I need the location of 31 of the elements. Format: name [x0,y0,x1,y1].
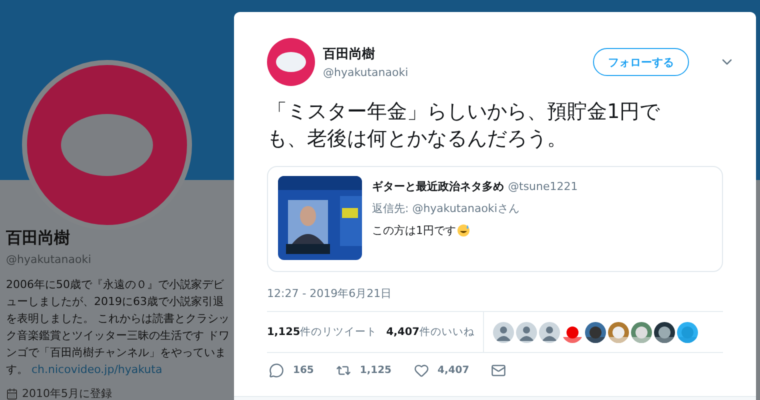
default-avatar-icon[interactable] [539,322,560,342]
author-avatar[interactable] [267,38,315,86]
quoted-text: この方は1円です [372,223,456,238]
like-button[interactable]: 4,407 [414,363,470,378]
stat-count[interactable]: 4,407件のいいね [386,325,474,339]
default-avatar-icon[interactable] [516,322,538,342]
profile-link[interactable]: ch.nicovideo.jp/hyakuta [32,363,162,376]
retweet-icon [336,363,351,378]
joined-date: 2010年5月に登録 [22,386,112,400]
reply-to-text: 返信先: @hyakutanaokiさん [372,201,520,216]
envelope-icon [491,363,506,378]
profile-name: 百田尚樹 [6,228,71,249]
stat-count[interactable]: 1,125件のリツイート [267,325,378,339]
heart-icon [414,363,429,378]
follow-button[interactable]: フォローする [593,48,689,76]
profile-handle: @hyakutanaoki [6,253,92,266]
retweet-button[interactable]: 1,125 [336,363,392,378]
sweat-smile-icon [457,224,470,237]
author-name[interactable]: 百田尚樹 [323,45,585,63]
message-button[interactable] [491,363,506,378]
tweet-timestamp: 12:27 - 2019年6月21日 [267,286,393,301]
author-handle[interactable]: @hyakutanaoki [323,66,585,79]
default-avatar-icon[interactable] [493,322,514,342]
calendar-icon [6,388,18,400]
quoted-tweet[interactable]: ギターと最近政治ネタ多め @tsune1221 返信先: @hyakutanaokiさん この方は1円です [267,166,723,272]
quoted-handle: @tsune1221 [508,180,578,193]
profile-bio: 2006年に50歳で『永遠の０』で小説家デビューしましたが、2019に63歳で小説家引退を表明しました。 これからは読書とクラシック音楽鑑賞とツイッター三昧の生活です ドワンゴで「百田尚樹チャンネル」をやっています。 ch.nicovideo.jp/hyakuta [6,277,230,378]
reply-button[interactable]: 165 [269,363,314,378]
quoted-name: ギターと最近政治ネタ多め [372,179,504,194]
tweet-text: 「ミスター年金」らしいから、預貯金1円でも、老後は何とかなるんだろう。 [267,98,661,152]
speech-bubble-icon [269,363,284,378]
